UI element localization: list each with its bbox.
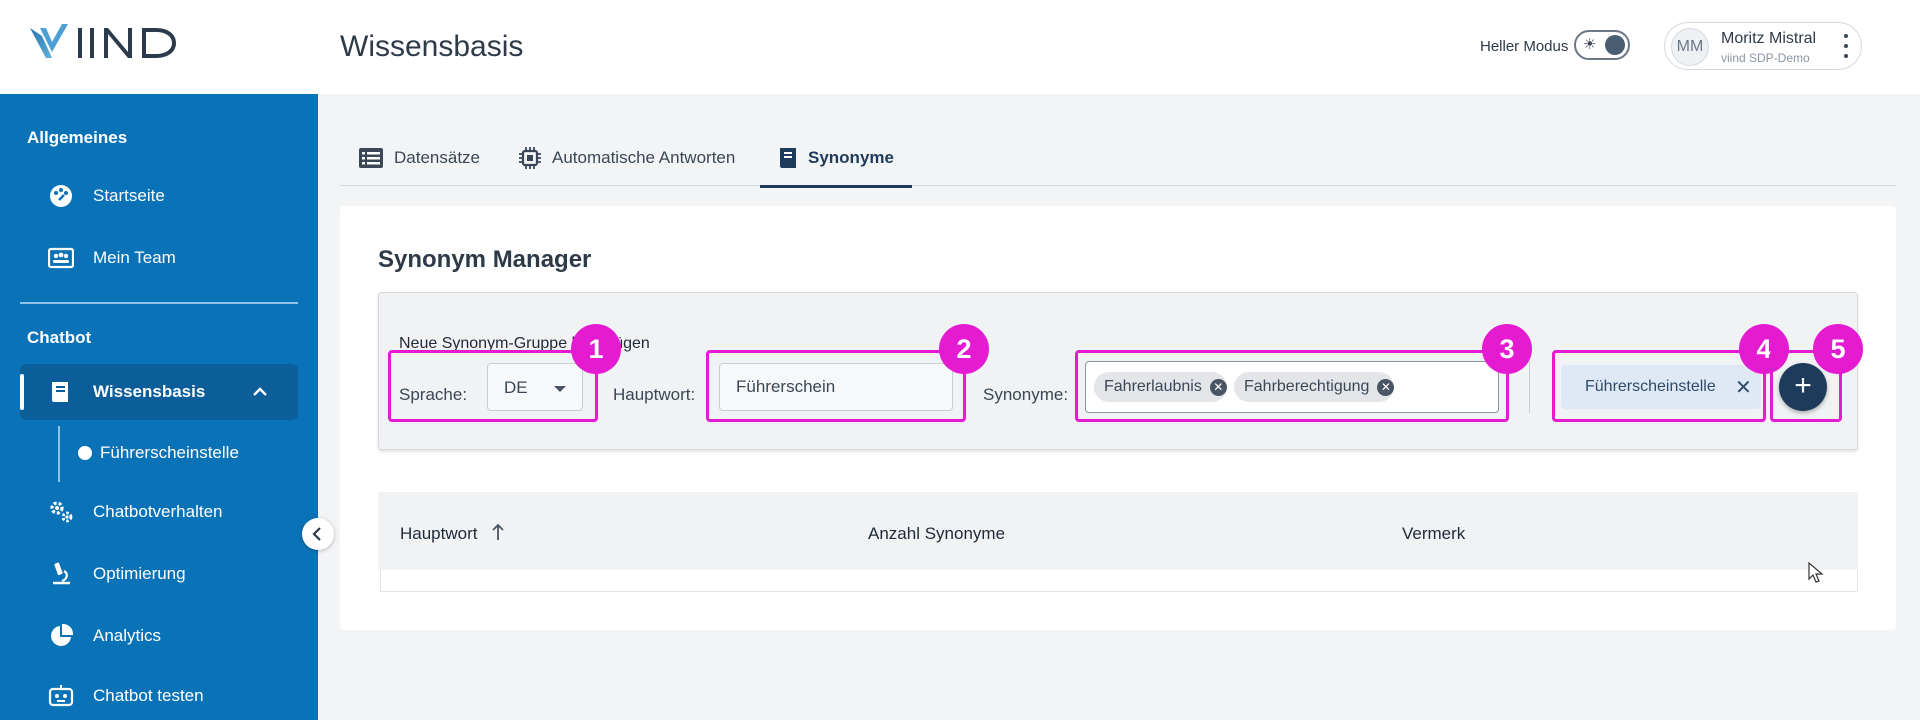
sidebar-item-chatbot-testen[interactable]: Chatbot testen	[20, 668, 298, 720]
annotation-badge-3: 3	[1482, 324, 1532, 374]
logo-area	[0, 0, 318, 94]
tab-bar: Datensätze Automatische Antworten Synony…	[340, 130, 1896, 188]
book-icon	[780, 148, 796, 168]
collapse-sidebar-button[interactable]	[302, 518, 334, 550]
page-title: Wissensbasis	[340, 30, 524, 63]
tab-label: Synonyme	[808, 148, 894, 167]
list-icon	[359, 148, 383, 168]
chevron-left-icon	[312, 527, 321, 541]
palette-icon	[50, 185, 72, 207]
cpu-icon	[519, 147, 541, 169]
annotation-badge-2: 2	[939, 324, 989, 374]
submenu-line	[58, 426, 60, 482]
more-vert-icon[interactable]	[1843, 34, 1849, 58]
sidebar-item-startseite[interactable]: Startseite	[20, 168, 298, 224]
annotation-box-3	[1075, 350, 1509, 422]
sidebar-divider	[20, 302, 298, 304]
mode-label: Heller Modus	[1480, 38, 1569, 55]
sidebar-item-analytics[interactable]: Analytics	[20, 608, 298, 664]
annotation-box-1	[388, 350, 598, 422]
book-icon	[52, 382, 68, 402]
table-body	[380, 570, 1858, 592]
sidebar-item-label: Analytics	[93, 626, 162, 645]
annotation-box-4	[1552, 350, 1766, 422]
synonyms-label: Synonyme:	[983, 385, 1069, 404]
viind-logo[interactable]	[28, 22, 186, 62]
top-bar: Wissensbasis Heller Modus ☀ MM Moritz Mi…	[318, 0, 1920, 94]
user-name: Moritz Mistral	[1721, 30, 1817, 47]
sidebar-item-label: Wissensbasis	[93, 382, 206, 401]
microscope-icon	[53, 562, 70, 585]
sun-icon: ☀	[1583, 36, 1597, 53]
noun-label: Hauptwort:	[613, 385, 696, 404]
column-header-hauptwort[interactable]: Hauptwort	[400, 524, 477, 544]
sidebar-subitem-fuehrerscheinstelle[interactable]: Führerscheinstelle	[100, 443, 239, 463]
submenu-bullet	[78, 446, 92, 460]
table-header: Hauptwort Anzahl Synonyme Vermerk	[378, 492, 1858, 570]
team-icon	[48, 247, 74, 269]
toggle-knob	[1605, 35, 1625, 55]
tab-label: Datensätze	[394, 148, 480, 167]
user-menu[interactable]: MM Moritz Mistral viind SDP-Demo	[1664, 22, 1862, 70]
tab-datensaetze[interactable]: Datensätze	[358, 130, 480, 186]
sidebar-section-chatbot: Chatbot	[27, 328, 92, 347]
sidebar-item-label: Chatbotverhalten	[93, 502, 223, 521]
column-header-vermerk[interactable]: Vermerk	[1402, 524, 1465, 544]
sidebar-item-wissensbasis[interactable]: Wissensbasis	[20, 364, 298, 420]
sidebar-item-optimierung[interactable]: Optimierung	[20, 546, 298, 602]
arrow-up-icon[interactable]	[490, 522, 506, 542]
sidebar-item-label: Startseite	[93, 186, 165, 205]
sidebar-item-label: Mein Team	[93, 248, 176, 267]
sidebar-item-label: Chatbot testen	[93, 686, 204, 705]
robot-icon	[48, 685, 74, 707]
sidebar-item-mein-team[interactable]: Mein Team	[20, 230, 298, 286]
sidebar-item-chatbotverhalten[interactable]: Chatbotverhalten	[20, 484, 298, 540]
tab-automatische-antworten[interactable]: Automatische Antworten	[518, 130, 735, 186]
column-header-anzahl-synonyme[interactable]: Anzahl Synonyme	[868, 524, 1005, 544]
chevron-up-icon[interactable]	[250, 382, 270, 402]
sidebar: Allgemeines Startseite Mein Team Chatbot…	[0, 94, 318, 720]
user-org: viind SDP-Demo	[1721, 51, 1810, 65]
sidebar-item-label: Optimierung	[93, 564, 186, 583]
divider	[1529, 361, 1530, 413]
annotation-box-2	[706, 350, 966, 422]
section-title: Synonym Manager	[378, 246, 592, 273]
mouse-cursor-icon	[1808, 562, 1824, 583]
tab-label: Automatische Antworten	[552, 148, 736, 167]
sidebar-section-general: Allgemeines	[27, 128, 128, 147]
annotation-badge-1: 1	[571, 324, 621, 374]
gears-icon	[50, 501, 73, 523]
pie-chart-icon	[51, 623, 74, 646]
annotation-badge-5: 5	[1813, 324, 1863, 374]
tab-synonyme[interactable]: Synonyme	[760, 130, 912, 188]
avatar: MM	[1671, 28, 1709, 66]
theme-toggle[interactable]: ☀	[1574, 30, 1630, 60]
